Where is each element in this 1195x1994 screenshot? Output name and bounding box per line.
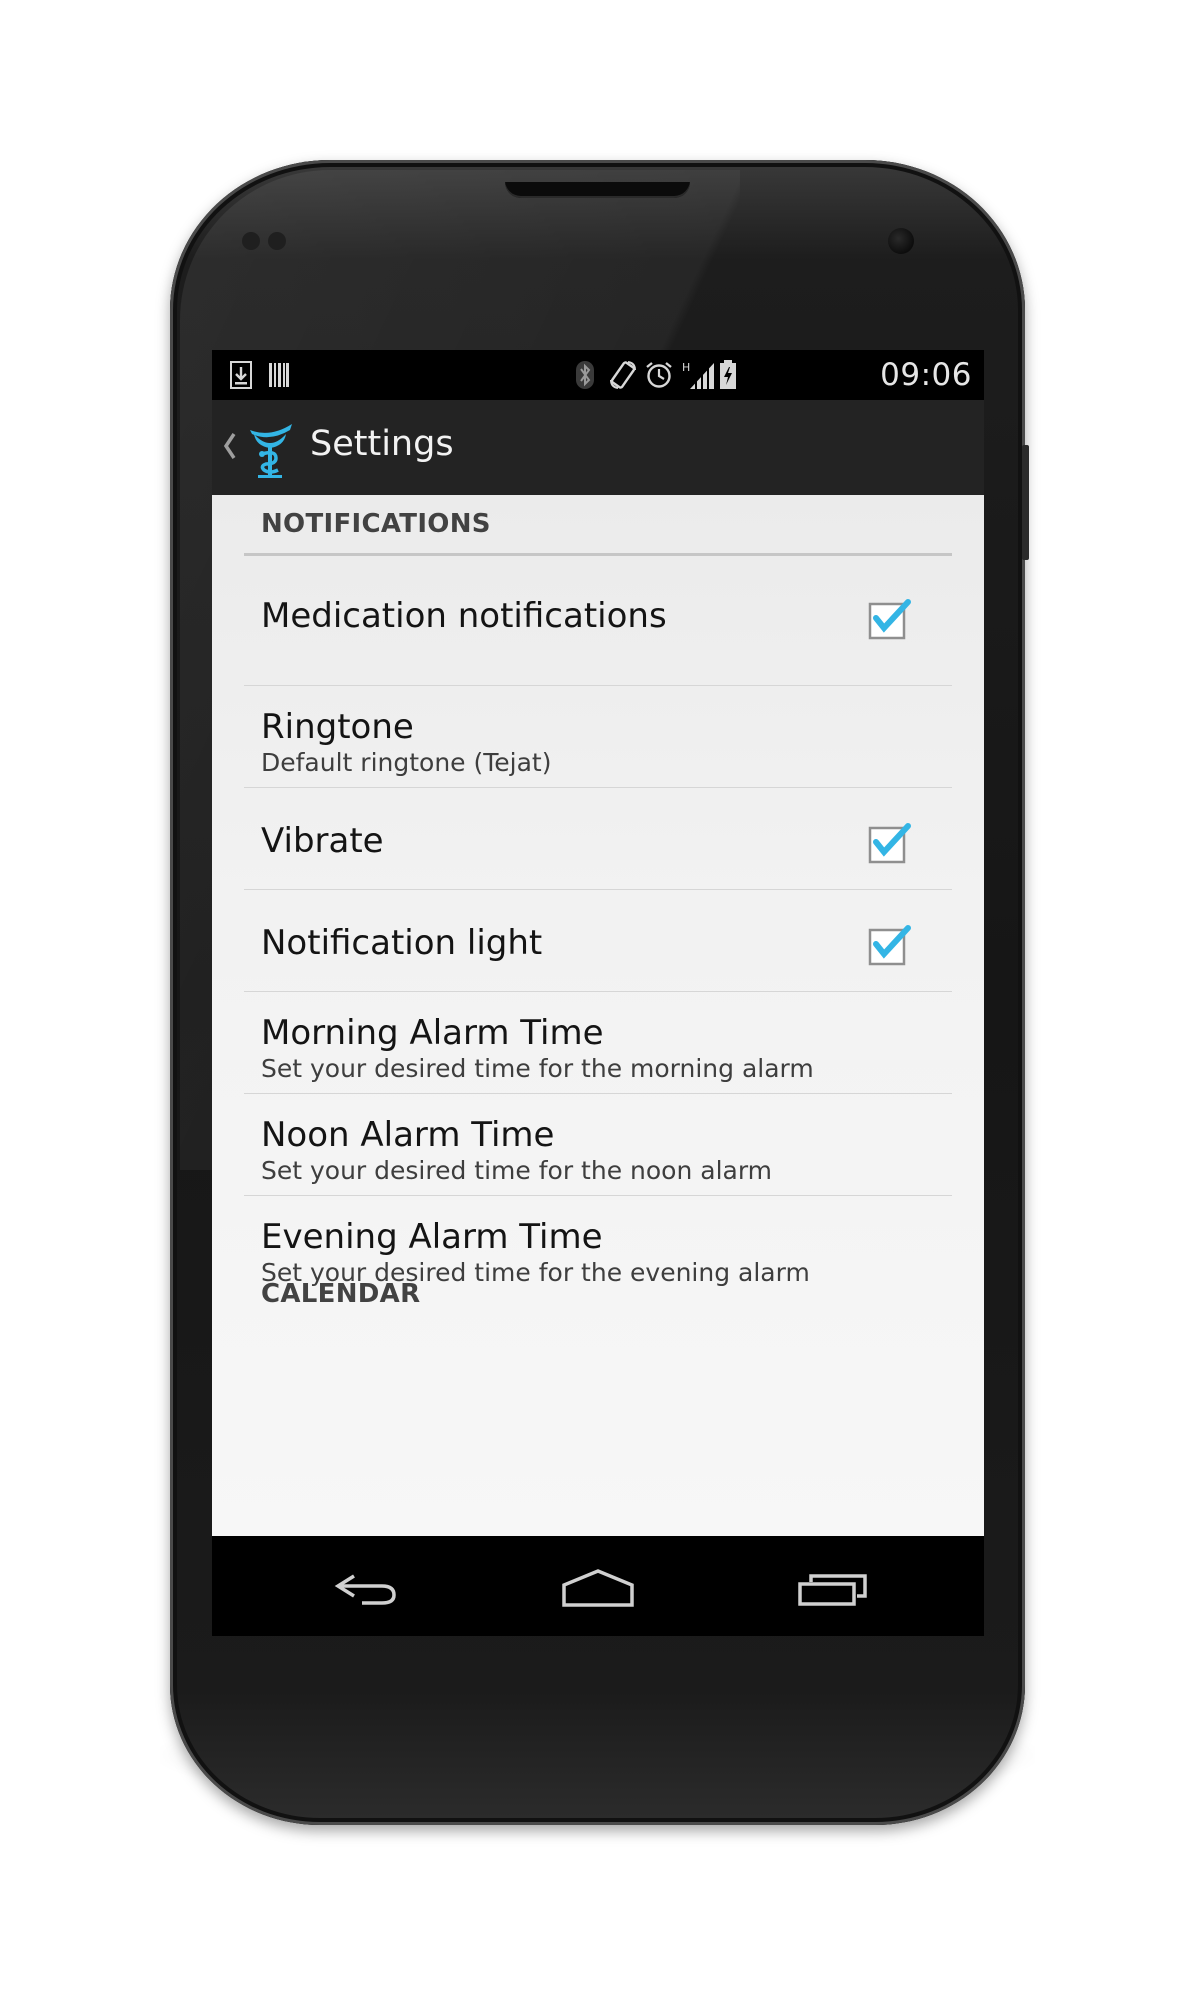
- navigation-bar: [212, 1536, 984, 1636]
- download-icon: [230, 360, 252, 390]
- home-icon[interactable]: [560, 1564, 636, 1612]
- category-header: CALENDAR: [261, 1279, 421, 1309]
- front-camera: [888, 228, 914, 254]
- checkbox-checked-icon[interactable]: [868, 822, 914, 864]
- status-time: 09:06: [880, 357, 972, 393]
- light-sensor: [268, 232, 286, 250]
- category-calendar: CALENDAR: [244, 1265, 952, 1323]
- action-bar[interactable]: Settings: [212, 400, 984, 496]
- alarm-icon: [644, 360, 674, 390]
- pref-summary: Default ringtone (Tejat): [261, 748, 552, 777]
- bluetooth-icon: [574, 360, 596, 390]
- earpiece-speaker: [505, 182, 690, 198]
- pref-title: Morning Alarm Time: [261, 1013, 604, 1053]
- back-icon[interactable]: [330, 1564, 402, 1612]
- battery-charging-icon: [718, 360, 738, 390]
- action-bar-title: Settings: [310, 424, 454, 464]
- rotate-icon: [608, 360, 638, 390]
- pref-noon-alarm-time[interactable]: Noon Alarm Time Set your desired time fo…: [244, 1094, 952, 1196]
- pref-title: Ringtone: [261, 707, 414, 747]
- settings-list[interactable]: NOTIFICATIONS Medication notifications R…: [212, 495, 984, 1536]
- pref-title: Medication notifications: [261, 596, 667, 636]
- checkbox-checked-icon[interactable]: [868, 598, 914, 640]
- pref-notification-light[interactable]: Notification light: [244, 890, 952, 992]
- pref-morning-alarm-time[interactable]: Morning Alarm Time Set your desired time…: [244, 992, 952, 1094]
- phone-screen: H 09:06 Settings NOTIFICATIONS Medicatio…: [212, 350, 984, 1636]
- network-type-label: H: [682, 361, 690, 374]
- pref-title: Evening Alarm Time: [261, 1217, 603, 1257]
- pref-title: Vibrate: [261, 821, 384, 861]
- pref-title: Noon Alarm Time: [261, 1115, 555, 1155]
- up-caret-icon[interactable]: [220, 426, 240, 466]
- caduceus-icon[interactable]: [240, 418, 300, 480]
- category-notifications: NOTIFICATIONS: [244, 495, 952, 556]
- pref-ringtone[interactable]: Ringtone Default ringtone (Tejat): [244, 686, 952, 788]
- recent-apps-icon[interactable]: [797, 1564, 871, 1612]
- status-bar: H 09:06: [212, 350, 984, 400]
- power-button[interactable]: [1022, 445, 1029, 560]
- barcode-icon: [268, 360, 290, 390]
- pref-medication-notifications[interactable]: Medication notifications: [244, 556, 952, 686]
- checkbox-checked-icon[interactable]: [868, 924, 914, 966]
- pref-vibrate[interactable]: Vibrate: [244, 788, 952, 890]
- category-header: NOTIFICATIONS: [261, 509, 491, 539]
- pref-summary: Set your desired time for the noon alarm: [261, 1156, 773, 1185]
- pref-summary: Set your desired time for the morning al…: [261, 1054, 814, 1083]
- proximity-sensor: [242, 232, 260, 250]
- pref-title: Notification light: [261, 923, 543, 963]
- signal-icon: H: [682, 360, 716, 390]
